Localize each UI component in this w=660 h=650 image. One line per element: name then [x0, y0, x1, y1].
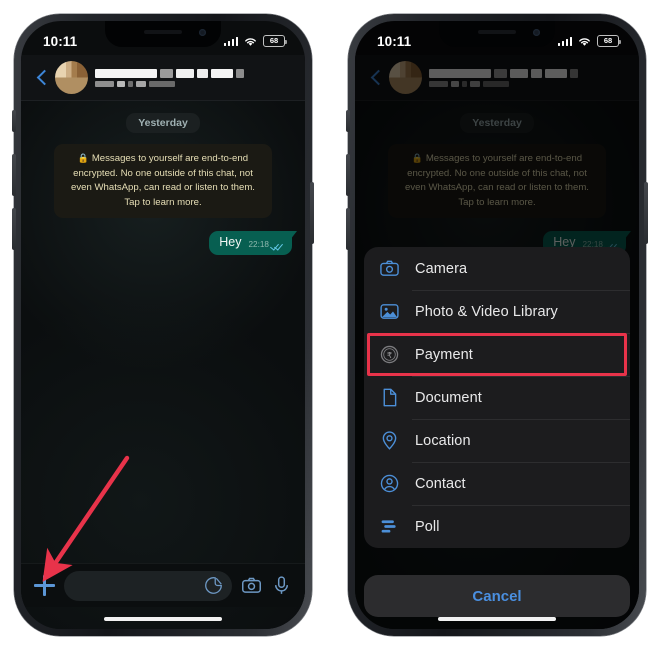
avatar[interactable] [55, 61, 88, 94]
camera-icon [378, 257, 401, 280]
encryption-notice[interactable]: 🔒 Messages to yourself are end-to-end en… [54, 144, 272, 219]
sheet-item-location[interactable]: Location [364, 419, 630, 462]
front-camera-icon [199, 29, 206, 36]
sheet-item-payment[interactable]: ₹ Payment [364, 333, 630, 376]
back-chevron-icon[interactable] [31, 67, 53, 89]
mute-switch[interactable] [346, 110, 350, 132]
notch [105, 21, 221, 47]
message-time: 22:18 [248, 240, 270, 250]
wifi-icon [245, 37, 256, 46]
power-button[interactable] [644, 182, 648, 244]
chat-body-left: Yesterday 🔒 Messages to yourself are end… [21, 101, 305, 629]
chat-header-left [21, 55, 305, 101]
status-time: 10:11 [43, 33, 78, 49]
document-icon [378, 386, 401, 409]
sticker-icon[interactable] [204, 576, 223, 595]
sheet-item-label: Location [415, 432, 471, 449]
phone-left: 10:11 68 Yesterday 🔒 Messages to yoursel… [12, 14, 314, 636]
cellular-signal-icon [557, 36, 572, 46]
lock-icon: 🔒 [77, 153, 90, 163]
battery-icon: 68 [263, 35, 287, 47]
sheet-item-label: Camera [415, 260, 468, 277]
front-camera-icon [533, 29, 540, 36]
sheet-item-label: Contact [415, 475, 466, 492]
volume-up-button[interactable] [346, 154, 350, 196]
rupee-payment-icon: ₹ [378, 343, 401, 366]
message-input[interactable] [64, 570, 232, 601]
sheet-item-label: Payment [415, 346, 473, 363]
wifi-icon [579, 37, 590, 46]
plus-icon[interactable] [34, 575, 55, 596]
camera-icon[interactable] [241, 575, 262, 596]
earpiece-speaker [144, 30, 182, 34]
message-meta: 22:18 [249, 240, 284, 250]
encryption-notice-text: Messages to yourself are end-to-end encr… [71, 153, 255, 208]
cancel-button[interactable]: Cancel [364, 575, 630, 617]
contact-person-icon [378, 472, 401, 495]
photos-icon [378, 300, 401, 323]
status-indicators: 68 [557, 35, 621, 47]
read-ticks-icon [272, 241, 283, 249]
message-input-bar [21, 563, 305, 607]
cellular-signal-icon [223, 36, 238, 46]
volume-down-button[interactable] [12, 208, 16, 250]
phone-right: 10:11 68 Camera Photo & Video Library ₹ … [346, 14, 648, 636]
battery-level: 68 [269, 36, 279, 46]
home-indicator[interactable] [104, 616, 222, 621]
home-indicator[interactable] [438, 616, 556, 621]
sheet-item-label: Photo & Video Library [415, 303, 558, 320]
volume-up-button[interactable] [12, 154, 16, 196]
sheet-item-photo-video-library[interactable]: Photo & Video Library [364, 290, 630, 376]
cancel-button-label: Cancel [472, 587, 522, 605]
day-separator: Yesterday [126, 113, 200, 133]
sheet-item-label: Document [415, 389, 482, 406]
location-pin-icon [378, 429, 401, 452]
earpiece-speaker [478, 30, 516, 34]
phone-left-screen: 10:11 68 Yesterday 🔒 Messages to yoursel… [21, 21, 305, 629]
screenshot-stage: 10:11 68 Yesterday 🔒 Messages to yoursel… [0, 0, 660, 650]
message-text: Hey [219, 235, 242, 250]
battery-icon: 68 [597, 35, 621, 47]
attachment-action-sheet: Camera Photo & Video Library ₹ Payment D… [364, 247, 630, 548]
sheet-item-camera[interactable]: Camera [364, 247, 630, 290]
contact-name-redacted[interactable] [95, 68, 295, 87]
sheet-item-contact[interactable]: Contact [364, 462, 630, 505]
status-time: 10:11 [377, 33, 412, 49]
phone-right-screen: 10:11 68 Camera Photo & Video Library ₹ … [355, 21, 639, 629]
microphone-icon[interactable] [271, 575, 292, 596]
notch [439, 21, 555, 47]
sheet-item-label: Poll [415, 518, 440, 535]
status-indicators: 68 [223, 35, 287, 47]
sheet-item-document[interactable]: Document [364, 376, 630, 419]
message-row: Hey 22:18 [21, 218, 305, 256]
svg-text:₹: ₹ [387, 350, 392, 360]
volume-down-button[interactable] [346, 208, 350, 250]
mute-switch[interactable] [12, 110, 16, 132]
poll-bars-icon [378, 515, 401, 538]
battery-level: 68 [603, 36, 613, 46]
sheet-item-poll[interactable]: Poll [364, 505, 630, 548]
power-button[interactable] [310, 182, 314, 244]
message-bubble-outgoing[interactable]: Hey 22:18 [209, 231, 297, 256]
